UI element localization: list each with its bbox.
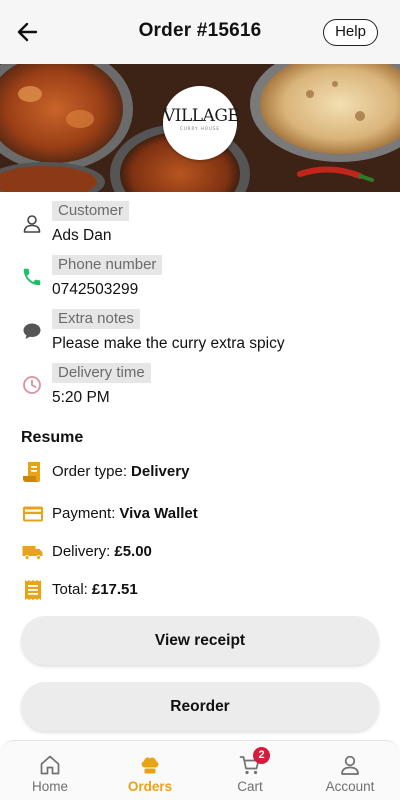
- nav-home-label: Home: [31, 779, 68, 794]
- nav-account[interactable]: Account: [300, 741, 400, 800]
- top-app-bar: Order #15616 Help: [0, 0, 400, 64]
- delivery-fee-row: Delivery: £5.00: [0, 539, 400, 565]
- account-icon: [338, 753, 362, 777]
- person-icon: [21, 213, 43, 235]
- nav-orders-label: Orders: [127, 779, 173, 794]
- truck-icon: [21, 540, 45, 564]
- order-type-row: Order type: Delivery: [0, 459, 400, 485]
- clock-icon: [21, 374, 43, 396]
- notes-label: Extra notes: [52, 309, 140, 329]
- customer-label: Customer: [52, 201, 130, 221]
- help-button[interactable]: Help: [323, 19, 378, 46]
- bottom-navigation: Home Orders 2 Cart Account: [0, 740, 400, 800]
- cart-badge: 2: [253, 747, 270, 764]
- order-type: Order type: Delivery: [52, 463, 190, 480]
- restaurant-logo: VILLAGE CURRY HOUSE: [163, 86, 240, 160]
- nav-cart[interactable]: 2 Cart: [200, 741, 300, 800]
- nav-orders[interactable]: Orders: [100, 741, 200, 800]
- payment-row: Payment: Viva Wallet: [0, 501, 400, 527]
- phone-number: 0742503299: [52, 281, 139, 298]
- phone-label: Phone number: [52, 255, 163, 275]
- home-icon: [38, 753, 62, 777]
- bill-icon: [21, 578, 45, 602]
- payment-method: Payment: Viva Wallet: [52, 505, 198, 522]
- order-total: Total: £17.51: [52, 581, 138, 598]
- chef-hat-icon: [138, 753, 162, 777]
- resume-heading: Resume: [21, 429, 84, 446]
- delivery-fee: Delivery: £5.00: [52, 543, 152, 560]
- nav-home[interactable]: Home: [0, 741, 100, 800]
- delivery-time-label: Delivery time: [52, 363, 151, 383]
- notes-text: Please make the curry extra spicy: [52, 335, 285, 352]
- chat-icon: [21, 320, 43, 342]
- reorder-button[interactable]: Reorder: [21, 682, 379, 731]
- delivery-time-value: 5:20 PM: [52, 389, 110, 406]
- credit-card-icon: [21, 502, 45, 526]
- nav-account-label: Account: [325, 779, 375, 794]
- customer-name: Ads Dan: [52, 227, 112, 244]
- phone-icon: [21, 266, 43, 288]
- total-row: Total: £17.51: [0, 577, 400, 603]
- view-receipt-button[interactable]: View receipt: [21, 616, 379, 665]
- receipt-icon: [21, 460, 45, 484]
- nav-cart-label: Cart: [237, 779, 263, 794]
